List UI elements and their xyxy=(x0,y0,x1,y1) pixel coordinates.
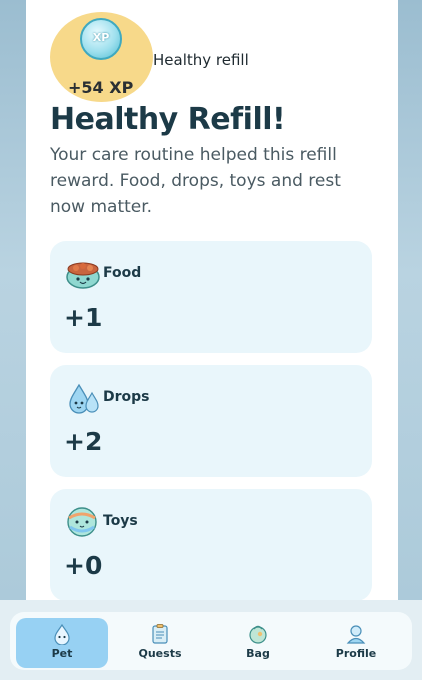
clipboard-icon xyxy=(152,624,168,644)
refill-chip-label: Healthy refill xyxy=(153,51,249,69)
nav-label: Quests xyxy=(138,647,182,660)
xp-orb-icon: XP xyxy=(80,18,122,60)
profile-icon xyxy=(346,625,366,644)
reward-card-label: Toys xyxy=(103,513,138,529)
reward-card-toys: Toys +0 xyxy=(50,489,372,601)
nav-item-bag[interactable]: Bag xyxy=(212,618,304,668)
bottom-nav: Pet Quests Bag Profile xyxy=(10,612,412,670)
nav-label: Profile xyxy=(335,647,377,660)
reward-card-drops: Drops +2 xyxy=(50,365,372,477)
page-title: Healthy Refill! xyxy=(50,102,286,137)
page-subtitle: Your care routine helped this refill rew… xyxy=(50,145,341,217)
food-bowl-icon xyxy=(66,262,100,289)
bag-icon xyxy=(249,625,267,644)
bottom-nav-bar: Pet Quests Bag Profile xyxy=(0,600,422,680)
nav-item-pet[interactable]: Pet xyxy=(16,618,108,668)
water-drops-icon xyxy=(69,383,99,414)
nav-label: Pet xyxy=(51,647,73,660)
reward-card-value: +0 xyxy=(64,551,103,580)
xp-badge: XP +54 XP xyxy=(50,12,153,102)
nav-item-profile[interactable]: Profile xyxy=(310,618,402,668)
reward-sheet: XP +54 XP Healthy refill Healthy Refill!… xyxy=(26,0,398,680)
reward-card-value: +1 xyxy=(64,303,103,332)
nav-item-quests[interactable]: Quests xyxy=(114,618,206,668)
backdrop-left xyxy=(0,0,26,680)
xp-amount: +54 XP xyxy=(68,78,134,97)
backdrop-right xyxy=(398,0,422,680)
reward-card-label: Drops xyxy=(103,389,150,405)
pet-icon xyxy=(54,623,70,645)
reward-card-label: Food xyxy=(103,265,142,281)
reward-card-value: +2 xyxy=(64,427,103,456)
reward-card-food: Food +1 xyxy=(50,241,372,353)
toy-ball-icon xyxy=(67,507,97,537)
xp-orb-text: XP xyxy=(92,31,110,44)
nav-label: Bag xyxy=(246,647,270,660)
